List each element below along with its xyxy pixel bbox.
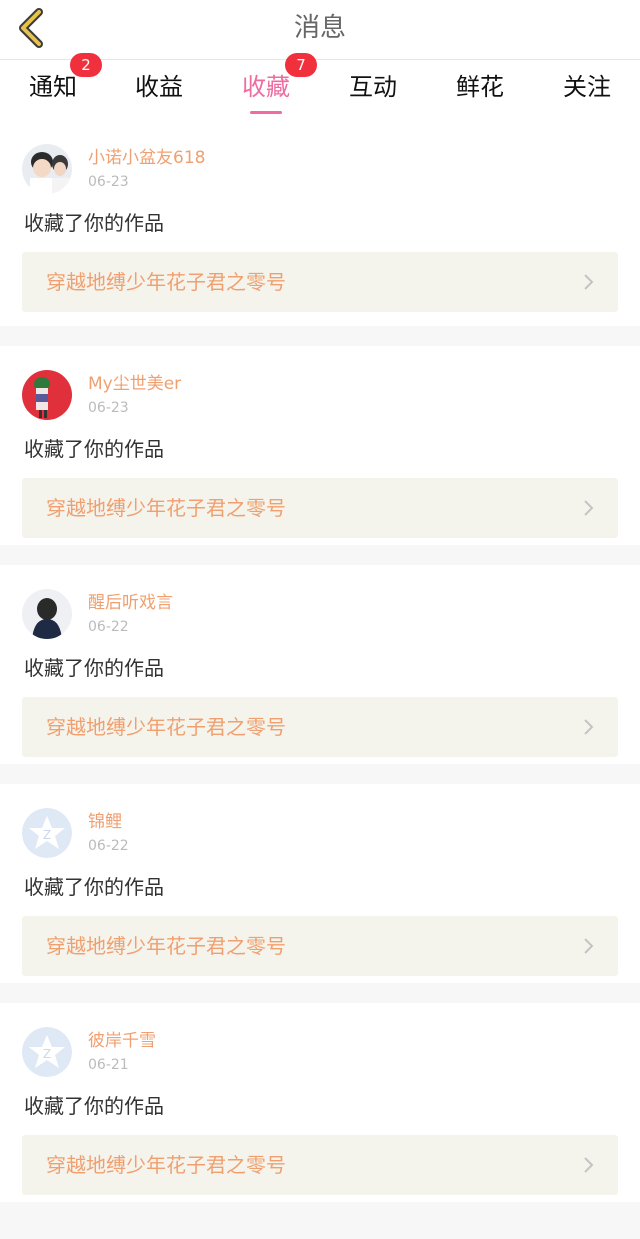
page-title: 消息 [293,13,346,43]
message-list: 小诺小盆友618 06-23 收藏了你的作品 穿越地缚少年花子君之零号 My尘世… [0,120,640,1222]
avatar[interactable] [22,144,72,194]
action-text: 收藏了你的作品 [24,656,164,680]
work-link[interactable]: 穿越地缚少年花子君之零号 [22,697,618,757]
message-item: Z 彼岸千雪 06-21 收藏了你的作品 穿越地缚少年花子君之零号 [0,1003,640,1202]
work-title: 穿越地缚少年花子君之零号 [46,270,286,294]
avatar[interactable]: Z [22,808,72,858]
tab-flowers[interactable]: 鲜花 [427,60,533,120]
divider [0,545,640,565]
chevron-right-icon [584,274,594,290]
user-avatar-icon [22,370,72,420]
chevron-right-icon [584,1157,594,1173]
tab-earnings[interactable]: 收益 [106,60,212,120]
avatar[interactable]: Z [22,1027,72,1077]
work-title: 穿越地缚少年花子君之零号 [46,934,286,958]
work-title: 穿越地缚少年花子君之零号 [46,496,286,520]
unread-badge: 7 [285,53,317,77]
divider [0,983,640,1003]
username[interactable]: 醒后听戏言 [88,591,173,615]
chevron-right-icon [584,938,594,954]
divider [0,326,640,346]
tab-label: 通知 [29,73,77,101]
username[interactable]: 锦鲤 [88,810,122,834]
username[interactable]: My尘世美er [88,372,181,396]
message-date: 06-21 [88,1057,129,1073]
work-title: 穿越地缚少年花子君之零号 [46,1153,286,1177]
tab-label: 关注 [563,73,611,101]
message-date: 06-22 [88,619,129,635]
user-avatar-icon [22,144,72,194]
unread-badge: 2 [70,53,102,77]
work-link[interactable]: 穿越地缚少年花子君之零号 [22,252,618,312]
action-text: 收藏了你的作品 [24,1094,164,1118]
divider [0,1202,640,1222]
tab-interactions[interactable]: 互动 [320,60,426,120]
tab-label: 互动 [349,73,397,101]
work-link[interactable]: 穿越地缚少年花子君之零号 [22,478,618,538]
user-avatar-icon [22,589,72,639]
svg-text:Z: Z [43,1047,51,1061]
tab-label: 鲜花 [456,73,504,101]
message-tabs: 通知 2 收益 收藏 7 互动 鲜花 关注 [0,53,640,120]
username[interactable]: 彼岸千雪 [88,1029,156,1053]
avatar[interactable] [22,589,72,639]
action-text: 收藏了你的作品 [24,211,164,235]
action-text: 收藏了你的作品 [24,437,164,461]
divider [0,764,640,784]
default-avatar-icon: Z [22,808,72,858]
tab-label: 收益 [135,73,183,101]
message-item: 醒后听戏言 06-22 收藏了你的作品 穿越地缚少年花子君之零号 [0,565,640,764]
active-tab-indicator [250,111,282,114]
work-link[interactable]: 穿越地缚少年花子君之零号 [22,916,618,976]
work-title: 穿越地缚少年花子君之零号 [46,715,286,739]
chevron-right-icon [584,719,594,735]
username[interactable]: 小诺小盆友618 [88,146,205,170]
message-item: Z 锦鲤 06-22 收藏了你的作品 穿越地缚少年花子君之零号 [0,784,640,983]
tab-notice[interactable]: 通知 2 [0,53,106,120]
tab-label: 收藏 [242,73,290,101]
work-link[interactable]: 穿越地缚少年花子君之零号 [22,1135,618,1195]
tab-favorites[interactable]: 收藏 7 [213,53,319,120]
svg-text:Z: Z [43,828,51,842]
message-date: 06-23 [88,174,129,190]
default-avatar-icon: Z [22,1027,72,1077]
avatar[interactable] [22,370,72,420]
message-date: 06-22 [88,838,129,854]
tab-follows[interactable]: 关注 [534,60,640,120]
message-item: 小诺小盆友618 06-23 收藏了你的作品 穿越地缚少年花子君之零号 [0,120,640,326]
chevron-right-icon [584,500,594,516]
message-date: 06-23 [88,400,129,416]
message-item: My尘世美er 06-23 收藏了你的作品 穿越地缚少年花子君之零号 [0,346,640,545]
action-text: 收藏了你的作品 [24,875,164,899]
top-bar: 消息 [0,0,640,60]
